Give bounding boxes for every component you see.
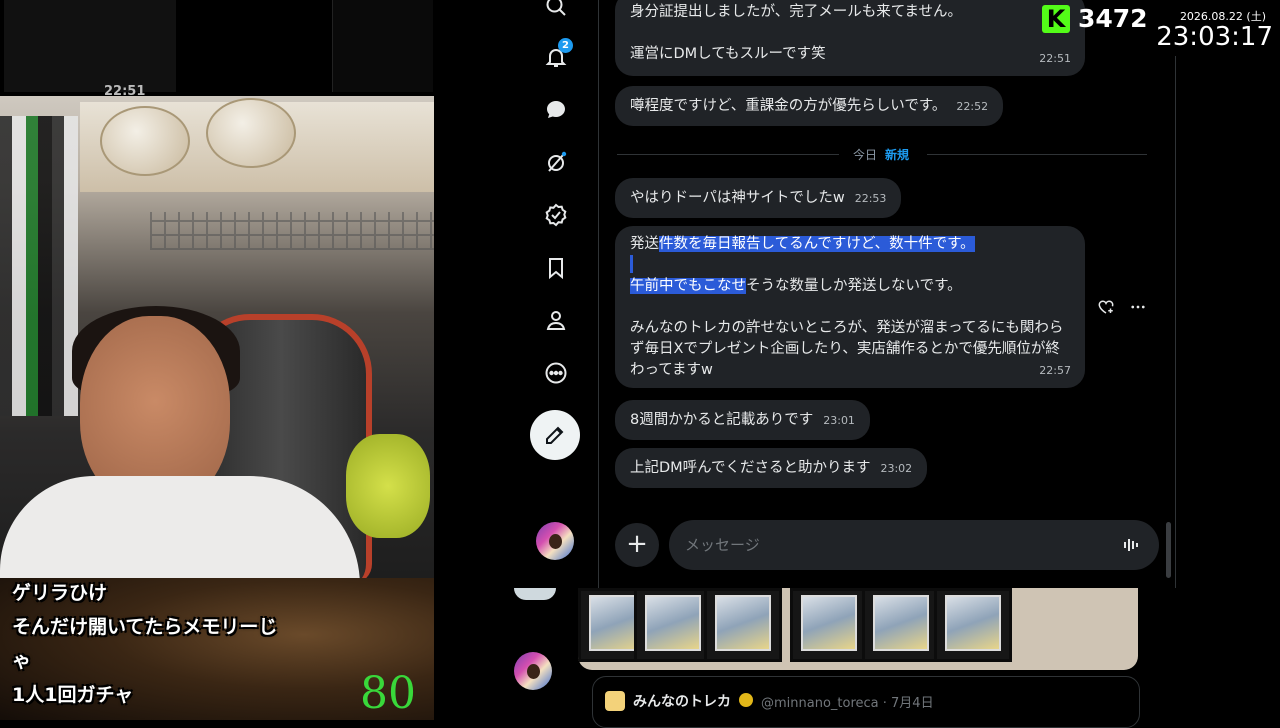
side-navigation: 2	[510, 0, 600, 588]
message-time: 22:52	[956, 100, 989, 113]
message-composer: +	[615, 520, 1161, 572]
chat-comment: 1人1回ガチャ	[12, 684, 134, 706]
quoted-post[interactable]: みんなのトレカ @minnano_toreca · 7月4日	[592, 676, 1140, 728]
comment-overlay: ゲリラひけ そんだけ開いてたらメモリーじ ゃ 1人1回ガチャ 80	[0, 578, 434, 720]
quoted-handle: @minnano_toreca · 7月4日	[761, 696, 934, 711]
message-input[interactable]	[669, 520, 1159, 570]
chat-comment: ゲリラひけ	[12, 582, 108, 604]
voice-message-icon[interactable]	[1121, 535, 1141, 555]
profile-icon[interactable]	[544, 308, 568, 332]
more-icon[interactable]	[544, 361, 568, 385]
stream-thumbnail-strip: 22:51	[0, 0, 434, 99]
message-time: 23:02	[880, 462, 913, 475]
message-line: 発送件数を毎日報告してるんですけど、数十件です。	[630, 236, 975, 252]
chat-comment: ゃ	[12, 650, 32, 672]
message-text: やはりドーパは神サイトでしたw	[630, 190, 845, 206]
webcam-yellow-cushion	[346, 434, 430, 538]
more-options-icon[interactable]	[1129, 298, 1147, 316]
scrollbar[interactable]	[1166, 522, 1171, 578]
message-bubble[interactable]: 噂程度ですけど、重課金の方が優先らしいです。 22:52	[615, 86, 1004, 126]
notification-badge: 2	[558, 38, 573, 53]
message-line: 運営にDMしてもスルーです笑	[630, 46, 826, 62]
webcam-feed	[0, 96, 434, 578]
message-time: 22:53	[854, 192, 887, 205]
verified-check-icon[interactable]	[544, 203, 568, 227]
react-heart-icon[interactable]	[1097, 298, 1115, 316]
message-text: 噂程度ですけど、重課金の方が優先らしいです。	[630, 98, 947, 114]
divider-label: 今日	[853, 148, 878, 162]
message-bubble[interactable]: やはりドーパは神サイトでしたw 22:53	[615, 178, 902, 218]
message-bubble[interactable]: 上記DM呼んでくださると助かります 23:02	[615, 448, 928, 488]
card-slab	[704, 588, 782, 662]
chat-icon[interactable]	[544, 98, 568, 122]
counter-number: 80	[360, 668, 416, 719]
card-slab	[862, 588, 940, 662]
webcam-clothes-rack	[0, 116, 78, 416]
thumbnail-preview	[4, 0, 176, 92]
message-bubble[interactable]: 8週間かかると記載ありです 23:01	[615, 400, 870, 440]
post-image[interactable]	[578, 588, 1138, 670]
selected-text: 件数を毎日報告してるんですけど、数十件です。	[659, 236, 975, 252]
search-icon[interactable]	[544, 0, 568, 18]
compose-icon	[546, 426, 564, 444]
viewer-count: 3472	[1078, 4, 1148, 33]
message-bubble[interactable]: 身分証提出しましたが、完了メールも来てません。 運営にDMしてもスルーです笑 2…	[615, 0, 1085, 76]
message-bubble[interactable]: 発送件数を毎日報告してるんですけど、数十件です。 午前中でもこなせそうな数量しか…	[615, 226, 1085, 388]
timeline-behind: みんなのトレカ @minnano_toreca · 7月4日	[434, 588, 1280, 728]
timeline-avatar-partial	[514, 588, 556, 600]
avatar[interactable]	[514, 652, 552, 690]
clock-time: 23:03:17	[1156, 22, 1273, 52]
message-line	[630, 255, 1070, 276]
message-time: 23:01	[823, 414, 855, 427]
webcam-streamer-shirt	[0, 476, 360, 578]
message-text: 8週間かかると記載ありです	[630, 412, 814, 428]
new-messages-label: 新規	[885, 148, 910, 162]
quoted-avatar	[605, 691, 625, 711]
quoted-name: みんなのトレカ	[633, 694, 731, 710]
message-paragraph: みんなのトレカの許せないところが、発送が溜まってるにも関わらず毎日Xでプレゼント…	[630, 320, 1064, 378]
chat-comment: そんだけ開いてたらメモリーじ	[12, 616, 278, 638]
message-line	[630, 23, 1070, 44]
card-slab	[634, 588, 712, 662]
thumbnail-preview-secondary	[332, 0, 433, 92]
bookmark-icon[interactable]	[544, 256, 568, 280]
webcam-dome-left	[100, 106, 190, 176]
card-slab	[934, 588, 1012, 662]
message-time: 22:57	[1039, 364, 1071, 377]
grok-icon[interactable]	[544, 150, 568, 174]
kick-logo-icon: K	[1042, 5, 1070, 33]
account-avatar[interactable]	[536, 522, 574, 560]
dm-conversation: 身分証提出しましたが、完了メールも来てません。 運営にDMしてもスルーです笑 2…	[598, 0, 1176, 588]
verified-badge-icon	[739, 693, 753, 707]
selected-text: 午前中でもこなせ	[630, 278, 746, 294]
message-line: 午前中でもこなせそうな数量しか発送しないです。	[630, 278, 962, 294]
clock-overlay: 2026.08.22 (土) 23:03:17	[1150, 0, 1280, 56]
compose-button[interactable]	[530, 410, 580, 460]
message-time: 22:51	[1039, 52, 1071, 65]
add-media-button[interactable]: +	[615, 523, 659, 567]
card-slab	[790, 588, 868, 662]
date-divider: 今日 新規	[617, 145, 1147, 165]
message-line: 身分証提出しましたが、完了メールも来てません。	[630, 4, 963, 20]
webcam-dome-right	[206, 98, 296, 168]
message-text: 上記DM呼んでくださると助かります	[630, 460, 871, 476]
webcam-wire-grid	[150, 212, 434, 250]
